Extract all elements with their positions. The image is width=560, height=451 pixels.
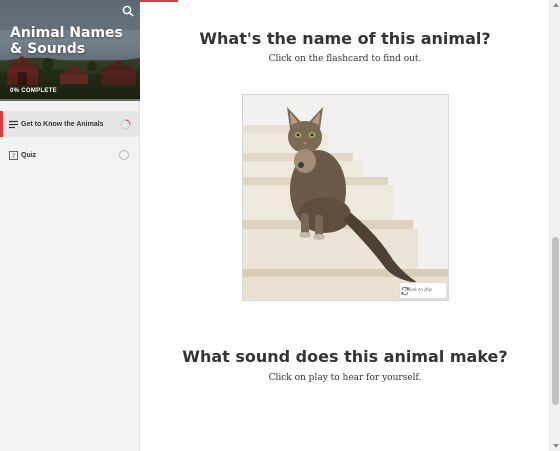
search-icon: [122, 5, 134, 17]
cat-on-stairs-image: [243, 95, 448, 300]
scrollbar-thumb[interactable]: [552, 237, 559, 405]
sidebar-item-quiz[interactable]: ? Quiz: [0, 142, 139, 168]
animal-flashcard[interactable]: Click to flip: [242, 94, 449, 301]
scroll-up-arrow-icon[interactable]: [553, 3, 559, 7]
flashcard-heading: What's the name of this animal?: [199, 29, 491, 48]
course-hero-banner: Animal Names & Sounds 0% COMPLETE: [0, 0, 140, 101]
click-to-flip-hint: Click to flip: [399, 282, 447, 299]
lesson-in-progress-status-icon: [120, 119, 131, 129]
lesson-content: What's the name of this animal? Click on…: [141, 0, 549, 451]
sound-heading: What sound does this animal make?: [182, 347, 508, 366]
course-progress-bar: [0, 99, 140, 101]
sidebar-item-label: Get to Know the Animals: [21, 120, 104, 128]
course-progress-text: 0% COMPLETE: [10, 88, 57, 94]
sidebar-item-label: Quiz: [21, 151, 37, 159]
text-lines-icon: [9, 120, 18, 128]
quiz-icon: ?: [9, 150, 18, 160]
scroll-down-arrow-icon[interactable]: [553, 444, 559, 448]
course-sidebar: Animal Names & Sounds 0% COMPLETE Get to…: [0, 0, 140, 451]
sound-instructions: Click on play to hear for yourself.: [268, 373, 422, 383]
flashcard-instructions: Click on the flashcard to find out.: [268, 54, 422, 64]
page-scrollbar[interactable]: [549, 0, 560, 451]
course-title: Animal Names & Sounds: [10, 25, 123, 57]
svg-text:?: ?: [12, 152, 15, 160]
flip-icon: [401, 286, 409, 296]
lesson-status-icon: [119, 150, 129, 160]
search-button[interactable]: [121, 4, 135, 18]
sidebar-item-get-to-know-the-animals[interactable]: Get to Know the Animals: [0, 111, 139, 137]
